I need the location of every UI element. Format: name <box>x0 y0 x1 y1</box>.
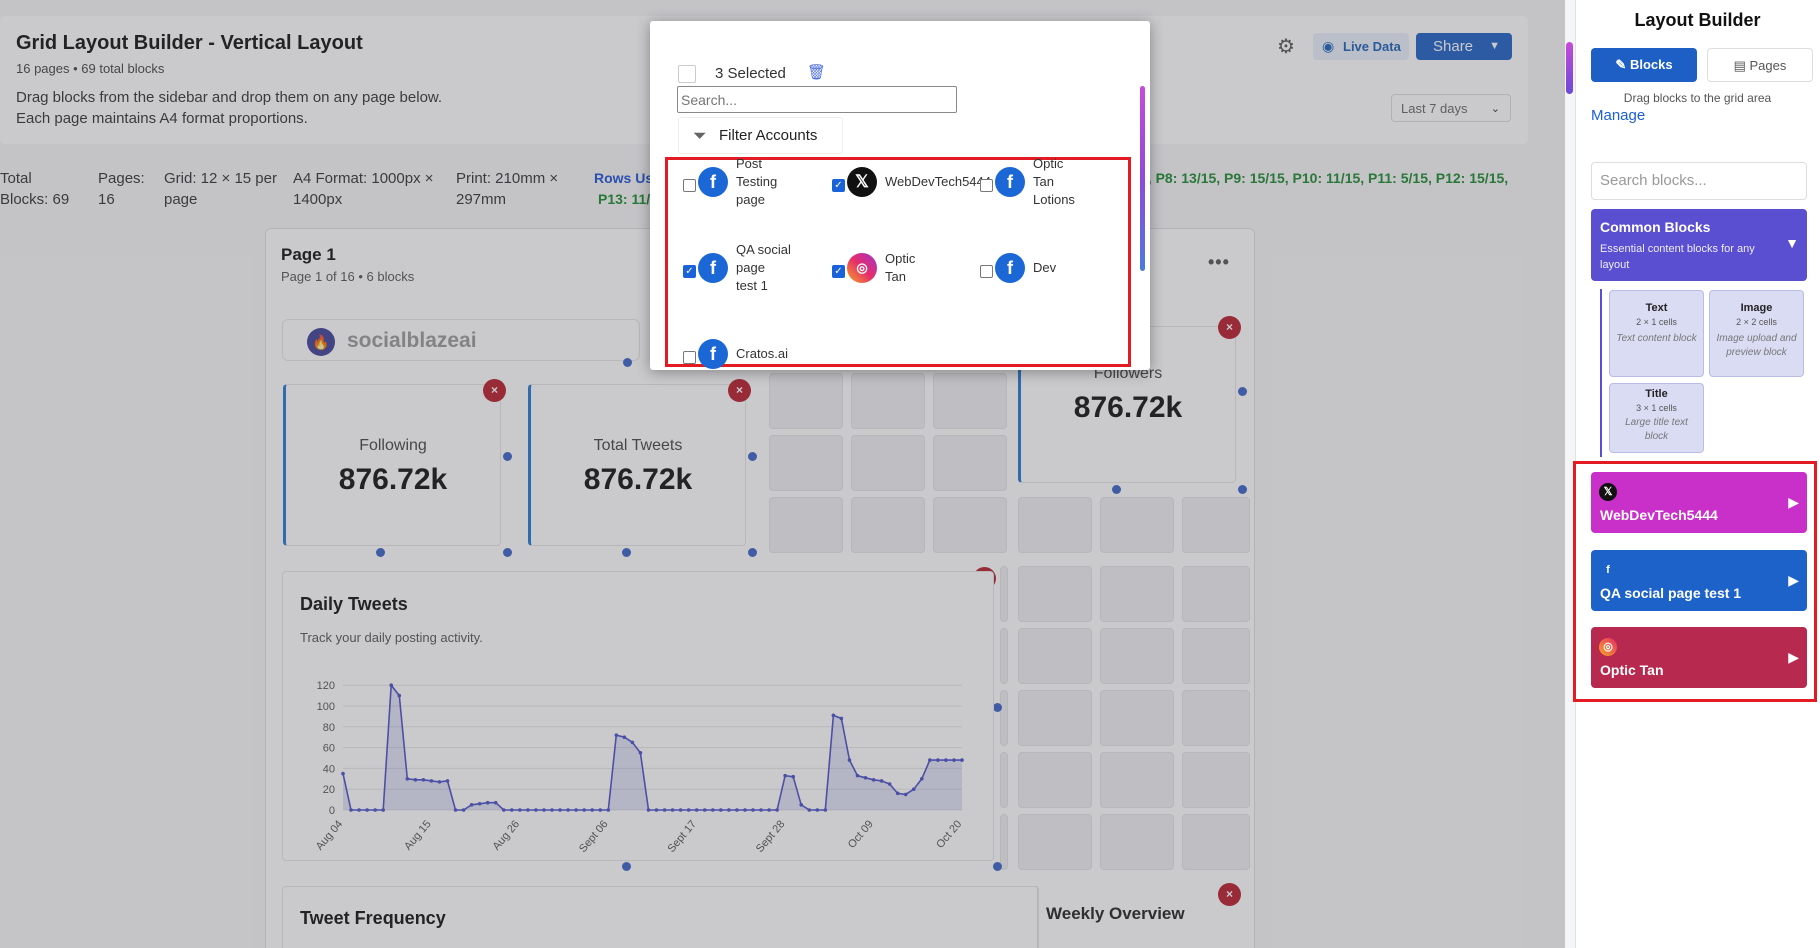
select-all-checkbox[interactable] <box>678 65 696 83</box>
instagram-icon: ◎ <box>1599 638 1617 656</box>
account-option[interactable]: f Optic Tan Lotions <box>980 156 1128 227</box>
selected-count: 3 Selected <box>715 65 786 82</box>
facebook-icon: f <box>1606 564 1610 576</box>
text-block-item[interactable]: Text 2 × 1 cells Text content block <box>1609 290 1704 377</box>
account-checkbox[interactable]: ✓ <box>832 179 845 192</box>
account-block-card[interactable]: ◎ Optic Tan ▶ <box>1591 627 1807 688</box>
x-icon: 𝕏 <box>1599 483 1617 501</box>
account-checkbox[interactable] <box>980 265 993 278</box>
block-desc: Text content block <box>1616 333 1697 344</box>
account-option[interactable]: ✓ f QA social page test 1 <box>683 242 831 313</box>
block-desc: Large title text block <box>1625 417 1688 442</box>
block-desc: Image upload and preview block <box>1716 333 1797 358</box>
account-block-card[interactable]: f QA social page test 1 ▶ <box>1591 550 1807 611</box>
tab-pages[interactable]: ▤ Pages <box>1707 48 1813 82</box>
facebook-icon: f <box>698 253 728 283</box>
account-checkbox[interactable]: ✓ <box>832 265 845 278</box>
expand-arrow-icon[interactable]: ▶ <box>1788 494 1799 511</box>
facebook-icon: f <box>995 167 1025 197</box>
facebook-icon: f <box>698 167 728 197</box>
account-checkbox[interactable]: ✓ <box>683 265 696 278</box>
account-name: QA social page test 1 <box>736 242 791 293</box>
expand-arrow-icon[interactable]: ▶ <box>1788 572 1799 589</box>
account-block-name: Optic Tan <box>1600 662 1664 678</box>
block-cells: 2 × 1 cells <box>1636 317 1677 327</box>
trash-icon[interactable]: 🗑 <box>807 63 826 81</box>
account-select-modal: 3 Selected 🗑 ⏷ Filter Accounts f Post Test… <box>650 21 1150 370</box>
account-name: Optic Tan <box>885 251 916 284</box>
sidebar-scrollbar[interactable] <box>1566 42 1573 94</box>
expand-arrow-icon[interactable]: ▶ <box>1788 649 1799 666</box>
account-option[interactable]: f Cratos.ai <box>683 339 831 370</box>
account-checkbox[interactable] <box>683 179 696 192</box>
block-title: Text <box>1645 302 1668 314</box>
image-block-item[interactable]: Image 2 × 2 cells Image upload and previ… <box>1709 290 1804 377</box>
filter-accounts-button[interactable]: ⏷ Filter Accounts <box>678 117 843 154</box>
sidebar-help-text: Drag blocks to the grid area <box>1623 91 1772 105</box>
filter-icon: ⏷ <box>693 126 707 145</box>
common-blocks-title: Common Blocks <box>1600 219 1711 235</box>
account-option[interactable]: f Post Testing page <box>683 156 831 227</box>
account-checkbox[interactable] <box>683 351 696 364</box>
block-cells: 3 × 1 cells <box>1636 403 1677 413</box>
account-option[interactable]: f Dev <box>980 253 1128 313</box>
account-option[interactable]: ✓ ◎ Optic Tan <box>832 251 980 313</box>
x-icon: 𝕏 <box>847 167 877 197</box>
account-option[interactable]: ✓ 𝕏 WebDevTech5444 <box>832 167 991 227</box>
account-name: WebDevTech5444 <box>885 174 991 189</box>
block-cells: 2 × 2 cells <box>1736 317 1777 327</box>
main-area: Grid Layout Builder - Vertical Layout 16… <box>0 0 1565 948</box>
title-block-item[interactable]: Title 3 × 1 cells Large title text block <box>1609 383 1704 453</box>
block-title: Image <box>1740 302 1773 314</box>
account-search-input[interactable] <box>677 86 957 113</box>
tab-blocks-label: Blocks <box>1629 57 1673 72</box>
tab-blocks[interactable]: ✎ Blocks <box>1591 48 1697 82</box>
account-name: Dev <box>1033 260 1057 275</box>
account-name: Cratos.ai <box>736 346 789 361</box>
account-checkbox[interactable] <box>980 179 993 192</box>
tree-line <box>1600 289 1602 457</box>
facebook-icon: f <box>698 339 728 369</box>
facebook-icon: f <box>995 253 1025 283</box>
filter-label: Filter Accounts <box>719 127 818 144</box>
common-blocks-section[interactable]: Common Blocks Essential content blocks f… <box>1591 209 1807 281</box>
sidebar-title: Layout Builder <box>1634 10 1761 30</box>
account-block-card[interactable]: 𝕏 WebDevTech5444 ▶ <box>1591 472 1807 533</box>
block-title: Title <box>1645 388 1668 400</box>
account-block-name: QA social page test 1 <box>1600 585 1742 601</box>
account-name: Post Testing page <box>736 156 778 207</box>
manage-link[interactable]: Manage <box>1591 107 1645 124</box>
modal-scrollbar[interactable] <box>1140 86 1145 271</box>
tab-pages-label: Pages <box>1749 58 1787 73</box>
account-name: Optic Tan Lotions <box>1033 156 1075 207</box>
chevron-down-icon: ▼ <box>1785 235 1799 251</box>
instagram-icon: ◎ <box>847 253 877 283</box>
account-block-name: WebDevTech5444 <box>1600 507 1718 523</box>
common-blocks-description: Essential content blocks for any layout <box>1600 243 1755 271</box>
block-search-input[interactable]: Search blocks... <box>1591 162 1807 200</box>
